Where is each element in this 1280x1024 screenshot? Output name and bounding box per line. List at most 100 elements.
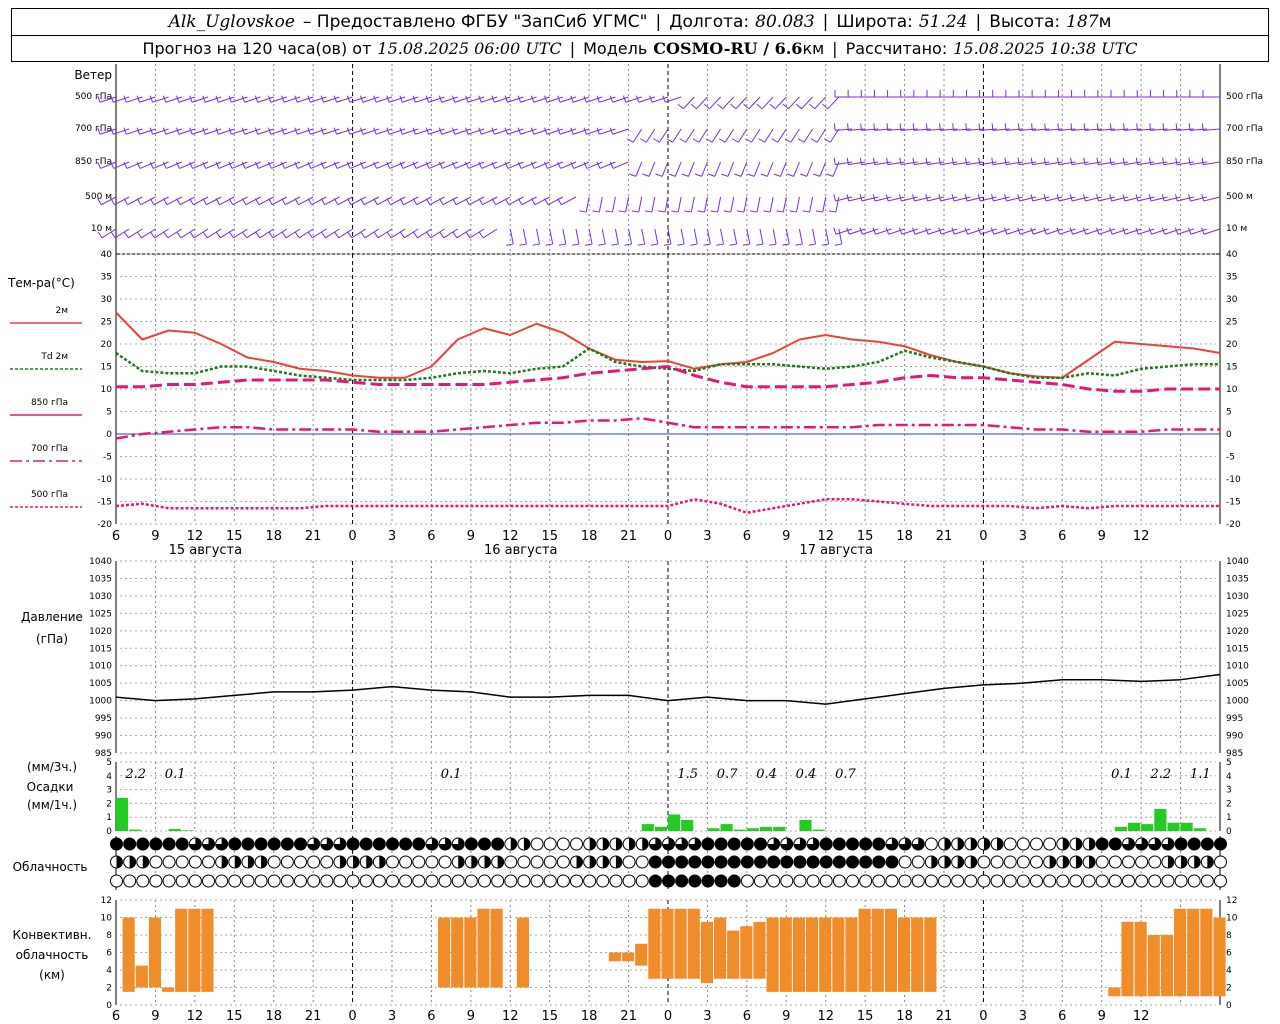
cloud-cover-symbol [1003, 874, 1017, 888]
cloud-cover-symbol [491, 837, 505, 851]
cloud-cover-symbol [885, 874, 899, 888]
temp-hour-label: 6 [1058, 529, 1066, 544]
wind-barb-flag [666, 138, 673, 143]
wind-barb-flag [815, 210, 823, 213]
convective-hour-label: 3 [388, 1009, 396, 1024]
wind-barb-staff [722, 96, 735, 110]
wind-barb-flag [558, 243, 566, 246]
cloud-cover-symbol [1003, 855, 1017, 869]
wind-barb-flag [592, 210, 600, 213]
wind-barb-flag [833, 227, 837, 235]
precip-total-label: 2.2 [124, 767, 146, 782]
temp-hour-label: 0 [348, 529, 356, 544]
convective-bar [648, 908, 661, 979]
wind-barb-staff [336, 128, 353, 135]
wind-barb-staff [914, 228, 932, 235]
precip-ytick-right: 4 [1226, 772, 1232, 782]
precip-ytick-right: 3 [1226, 786, 1232, 796]
wind-barb-flag [810, 138, 818, 143]
wind-barb-staff [632, 128, 643, 143]
cloud-cover-symbol [412, 874, 426, 888]
temp-hour-label: 18 [265, 529, 282, 544]
cloud-cover-symbol [793, 874, 807, 888]
wind-barb-flag [912, 123, 915, 131]
wind-barb-flag [1201, 157, 1204, 165]
wind-barb-flag [386, 198, 391, 205]
convective-hour-label: 6 [743, 1009, 751, 1024]
wind-barb-staff [126, 128, 143, 135]
precip-bar [1154, 808, 1167, 831]
cloud-cover-symbol [517, 874, 531, 888]
convective-bar [832, 917, 845, 992]
wind-barb-flag [532, 243, 540, 246]
wind-barb-staff [706, 228, 711, 245]
cloud-cover-fill [261, 856, 268, 868]
cloud-cover-fill [1062, 856, 1069, 868]
temp-ytick-left: 15 [101, 363, 112, 373]
wind-barb-staff [727, 161, 735, 177]
cloud-cover-symbol [898, 874, 912, 888]
temp-ytick-right: 40 [1226, 250, 1238, 260]
precip-total-label: 1.5 [677, 767, 698, 782]
wind-barb-staff [835, 196, 840, 213]
wind-barb-flag [333, 198, 339, 205]
temp-ytick-left: -15 [97, 498, 112, 508]
wind-barb-flag [281, 231, 287, 239]
wind-barb-flag [544, 198, 549, 205]
cloud-cover-fill [957, 856, 964, 868]
wind-barb-staff [283, 96, 301, 103]
wind-barb-staff [764, 128, 774, 143]
wind-barb-flag [452, 198, 457, 205]
wind-barb-flag [642, 173, 650, 177]
wind-barb-flag [1031, 123, 1033, 131]
wind-barb-staff [790, 128, 800, 143]
cloud-cover-symbol [517, 855, 531, 869]
wind-barb-flag [439, 198, 444, 205]
wind-barb-staff [740, 161, 748, 177]
convective-bar [1108, 987, 1121, 997]
cloud-cover-symbol [241, 874, 255, 888]
temp-hour-label: 15 [226, 529, 243, 544]
wind-barb-staff [244, 128, 261, 135]
convective-bar [792, 917, 805, 992]
wind-barb-staff [1111, 228, 1129, 235]
wind-barb-flag [813, 173, 821, 177]
cloud-cover-symbol [1095, 855, 1109, 869]
temp-hour-label: 3 [1019, 529, 1027, 544]
cloud-cover-symbol [1030, 837, 1043, 851]
precip-bar [773, 826, 786, 831]
wind-barb-flag [1149, 123, 1151, 131]
wind-barb-flag [399, 198, 404, 205]
wind-barb-staff [126, 96, 143, 103]
temp-ytick-right: 35 [1226, 273, 1237, 283]
wind-barb-staff [753, 161, 761, 177]
wind-barb-flag [1017, 157, 1020, 165]
wind-barb-staff [661, 161, 669, 177]
wind-barb-staff [1006, 228, 1024, 235]
cloud-cover-symbol [1214, 855, 1227, 869]
cloud-cover-symbol [1108, 837, 1122, 851]
precip-bar [812, 829, 825, 831]
wind-barb-staff [139, 128, 156, 135]
cloud-cover-symbol [701, 837, 715, 851]
wind-barb-flag [1123, 123, 1125, 131]
wind-barb-staff [588, 228, 593, 245]
convective-hour-label: 6 [112, 1009, 120, 1024]
wind-barb-flag [1057, 123, 1059, 131]
wind-barb-flag [631, 210, 639, 213]
cloud-cover-symbol [307, 874, 321, 888]
pressure-ytick-left: 1010 [89, 662, 112, 672]
cloud-cover-symbol [1148, 874, 1162, 888]
wind-barb-staff [812, 228, 817, 245]
wind-barb-staff [967, 228, 984, 235]
wind-barb-flag [1109, 123, 1112, 131]
cloud-cover-symbol [215, 874, 229, 888]
temp-hour-label: 0 [664, 529, 672, 544]
wind-barb-flag [425, 198, 431, 205]
wind-barb-staff [717, 196, 722, 213]
wind-barb-flag [202, 198, 207, 205]
cloud-cover-symbol [793, 855, 807, 869]
pressure-ytick-right: 1000 [1226, 697, 1249, 707]
cloud-cover-fill [997, 838, 1004, 850]
wind-barb-flag [705, 138, 713, 143]
